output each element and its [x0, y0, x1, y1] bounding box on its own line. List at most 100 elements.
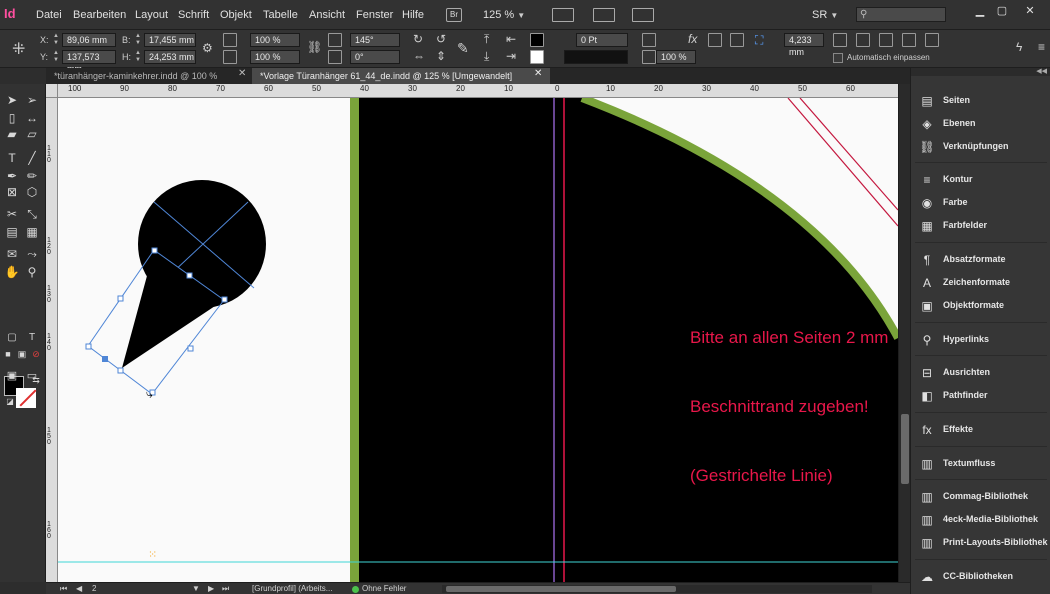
- rectangle-frame-tool-icon[interactable]: ⊠: [4, 184, 20, 200]
- close-icon[interactable]: ✕: [238, 68, 246, 79]
- selection-handle[interactable]: [151, 247, 158, 254]
- next-page-icon[interactable]: ▶: [208, 584, 214, 593]
- fit-content-proportional-icon[interactable]: [833, 33, 847, 47]
- reference-point-icon[interactable]: ⁜: [12, 39, 25, 59]
- panel-item-farbfelder[interactable]: ▦ Farbfelder: [911, 217, 1050, 235]
- preflight-status[interactable]: Ohne Fehler: [362, 584, 406, 593]
- direct-select-icon[interactable]: ✎: [457, 40, 469, 57]
- panel-item-objektformate[interactable]: ▣ Objektformate: [911, 297, 1050, 315]
- panel-item-absatzformate[interactable]: ¶ Absatzformate: [911, 251, 1050, 269]
- direct-selection-tool-icon[interactable]: ➢: [24, 92, 40, 108]
- scale-x-field[interactable]: 100 %: [250, 33, 300, 47]
- gap-tool-icon[interactable]: ↔: [24, 110, 40, 126]
- height-stepper-icon[interactable]: ▲ ▼: [134, 50, 142, 64]
- close-icon[interactable]: ✕: [534, 68, 542, 79]
- text-wrap-icon[interactable]: [708, 33, 722, 47]
- pen-tool-icon[interactable]: ✒: [4, 168, 20, 184]
- close-window-button[interactable]: ✕: [1020, 4, 1040, 18]
- panel-item-print-layouts-bibliothek[interactable]: ▥ Print-Layouts-Bibliothek: [911, 534, 1050, 552]
- lightning-icon[interactable]: ϟ: [1016, 40, 1022, 54]
- align-object-icon[interactable]: [730, 33, 744, 47]
- link-scale-icon[interactable]: ⛓: [307, 40, 322, 54]
- preflight-profile[interactable]: [Grundprofil] (Arbeits...: [252, 584, 332, 593]
- menu-objekt[interactable]: Objekt: [220, 9, 252, 21]
- formatting-container-icon[interactable]: ▢: [4, 330, 20, 346]
- panel-item-verkn-pfungen[interactable]: ⛓ Verknüpfungen: [911, 138, 1050, 156]
- effects-icon[interactable]: fx: [688, 32, 697, 46]
- last-page-icon[interactable]: ⏭: [222, 584, 229, 594]
- flip-horizontal-icon[interactable]: ⇔: [413, 49, 425, 63]
- screen-mode-icon[interactable]: [593, 8, 615, 22]
- panel-item-ebenen[interactable]: ◈ Ebenen: [911, 115, 1050, 133]
- panel-item-cc-bibliotheken[interactable]: ☁ CC-Bibliotheken: [911, 568, 1050, 586]
- stroke-swatch[interactable]: [16, 388, 36, 408]
- workspace-switcher[interactable]: SR ▼: [812, 9, 838, 21]
- selection-handle[interactable]: [85, 343, 92, 350]
- eyedropper-tool-icon[interactable]: ⤳: [24, 246, 40, 262]
- x-position-field[interactable]: 89,06 mm: [62, 33, 116, 47]
- horizontal-scroll-thumb[interactable]: [446, 586, 676, 592]
- opacity-field[interactable]: 100 %: [656, 50, 696, 64]
- document-canvas[interactable]: ⤷ ⁙ Bitte an allen Seiten 2 mm Beschnitt…: [58, 98, 898, 582]
- width-stepper-icon[interactable]: ▲ ▼: [134, 33, 142, 47]
- panel-item-ausrichten[interactable]: ⊟ Ausrichten: [911, 364, 1050, 382]
- menu-schrift[interactable]: Schrift: [178, 9, 209, 21]
- type-tool-icon[interactable]: T: [4, 150, 20, 166]
- minimize-button[interactable]: ▁: [970, 4, 990, 18]
- scissors-tool-icon[interactable]: ✂: [4, 206, 20, 222]
- horizontal-scrollbar[interactable]: [442, 585, 872, 593]
- select-next-icon[interactable]: ⇥: [506, 49, 516, 63]
- tab-turanhaenger-kaminkehrer[interactable]: *türanhänger-kaminkehrer.indd @ 100 %: [46, 68, 252, 84]
- note-tool-icon[interactable]: ✉: [4, 246, 20, 262]
- content-placer-icon[interactable]: ▱: [24, 126, 40, 142]
- zoom-level-select[interactable]: 125 % ▼: [483, 9, 525, 21]
- maximize-button[interactable]: ▢: [992, 4, 1012, 18]
- pencil-tool-icon[interactable]: ✏: [24, 168, 40, 184]
- rotate-cw-icon[interactable]: ↻: [413, 32, 423, 46]
- frame-fitting-icon[interactable]: [642, 50, 656, 64]
- panel-item-hyperlinks[interactable]: ⚲ Hyperlinks: [911, 331, 1050, 349]
- menu-bearbeiten[interactable]: Bearbeiten: [73, 9, 126, 21]
- menu-datei[interactable]: Datei: [36, 9, 62, 21]
- fill-color-icon[interactable]: [530, 33, 544, 47]
- selection-handle[interactable]: [221, 296, 228, 303]
- menu-hilfe[interactable]: Hilfe: [402, 9, 424, 21]
- normal-view-icon[interactable]: ▣: [4, 368, 20, 384]
- width-field[interactable]: 17,455 mm: [144, 33, 196, 47]
- line-tool-icon[interactable]: ╱: [24, 150, 40, 166]
- vertical-scroll-thumb[interactable]: [901, 414, 909, 484]
- menu-layout[interactable]: Layout: [135, 9, 168, 21]
- auto-fit-checkbox[interactable]: [833, 53, 843, 63]
- horizontal-ruler[interactable]: 100 90 80 70 60 50 40 30 20 10 0 10 20 3…: [58, 84, 898, 98]
- selection-handle[interactable]: [117, 367, 124, 374]
- polygon-tool-icon[interactable]: ⬡: [24, 184, 40, 200]
- selection-handle[interactable]: [187, 345, 194, 352]
- panel-item-commag-bibliothek[interactable]: ▥ Commag-Bibliothek: [911, 488, 1050, 506]
- scale-y-field[interactable]: 100 %: [250, 50, 300, 64]
- free-transform-tool-icon[interactable]: ⤡: [24, 206, 40, 222]
- corner-options-icon[interactable]: [642, 33, 656, 47]
- search-input[interactable]: ⚲: [856, 7, 946, 22]
- y-stepper-icon[interactable]: ▲ ▼: [52, 50, 60, 64]
- stroke-weight-field[interactable]: 0 Pt: [576, 33, 628, 47]
- default-fill-stroke-icon[interactable]: ◪: [2, 394, 18, 410]
- rotation-angle-field[interactable]: 145°: [350, 33, 400, 47]
- view-options-icon[interactable]: [552, 8, 574, 22]
- content-grabber-icon[interactable]: ⁙: [148, 548, 157, 561]
- fill-frame-proportional-icon[interactable]: [856, 33, 870, 47]
- panel-item-kontur[interactable]: ≡ Kontur: [911, 171, 1050, 189]
- fit-frame-to-content-icon[interactable]: [902, 33, 916, 47]
- first-page-icon[interactable]: ⏮: [60, 584, 67, 594]
- page-select-chevron-icon[interactable]: ▼: [192, 584, 200, 593]
- vertical-scrollbar[interactable]: [898, 84, 910, 582]
- arrange-documents-icon[interactable]: [632, 8, 654, 22]
- offset-field[interactable]: 4,233 mm: [784, 33, 824, 57]
- menu-tabelle[interactable]: Tabelle: [263, 9, 298, 21]
- hand-tool-icon[interactable]: ✋: [4, 264, 20, 280]
- select-content-icon[interactable]: ⤓: [484, 49, 489, 64]
- selection-handle[interactable]: [186, 272, 193, 279]
- selection-handle[interactable]: [117, 295, 124, 302]
- zoom-tool-icon[interactable]: ⚲: [24, 264, 40, 280]
- panel-item-4eck-media-bibliothek[interactable]: ▥ 4eck-Media-Bibliothek: [911, 511, 1050, 529]
- collapse-panels-icon[interactable]: ◀◀: [911, 68, 1050, 76]
